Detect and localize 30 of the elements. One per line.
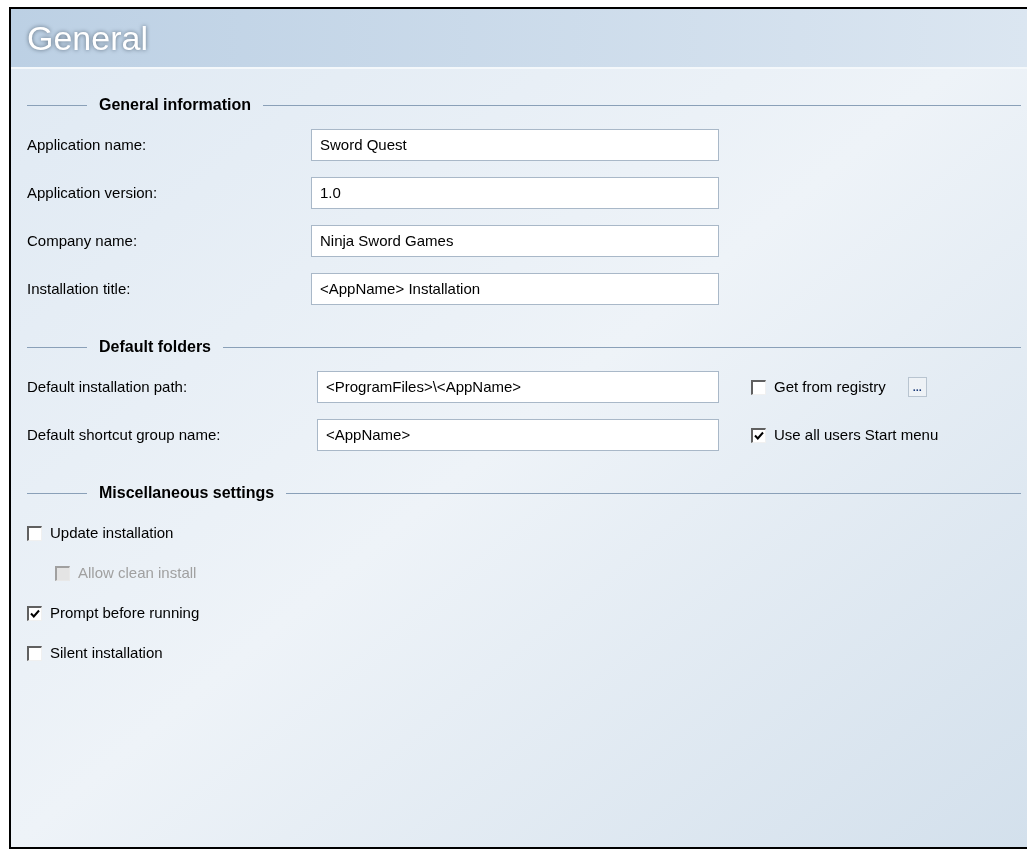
input-field[interactable]: Sword Quest [311,129,719,161]
section-heading: Miscellaneous settings [99,483,275,503]
checkbox[interactable] [27,525,42,541]
checkbox[interactable] [751,427,766,443]
checkbox-label: Use all users Start menu [774,424,939,445]
field-label: Application version: [27,182,159,203]
checkbox[interactable] [27,645,42,661]
field-label: Default installation path: [27,376,189,397]
checkbox-label: Get from registry [774,376,886,397]
section-heading: Default folders [99,337,211,357]
checkmark-icon [30,609,40,618]
input-field[interactable]: <AppName> Installation [311,273,719,305]
input-field[interactable]: <ProgramFiles>\<AppName> [317,371,719,403]
section-heading: General information [99,95,252,115]
input-field[interactable]: <AppName> [317,419,719,451]
field-label: Company name: [27,230,139,251]
page-title: General [27,17,148,59]
field-label: Installation title: [27,278,132,299]
checkbox-label: Update installation [50,522,174,543]
checkbox-label: Allow clean install [78,562,197,583]
field-label: Default shortcut group name: [27,424,222,445]
checkbox[interactable] [751,379,766,395]
checkbox[interactable] [27,605,42,621]
browse-button[interactable]: ... [907,377,927,397]
input-field[interactable]: 1.0 [311,177,719,209]
checkbox-label: Prompt before running [50,602,200,623]
field-label: Application name: [27,134,148,155]
checkbox-label: Silent installation [50,642,163,663]
checkmark-icon [754,431,764,440]
input-field[interactable]: Ninja Sword Games [311,225,719,257]
